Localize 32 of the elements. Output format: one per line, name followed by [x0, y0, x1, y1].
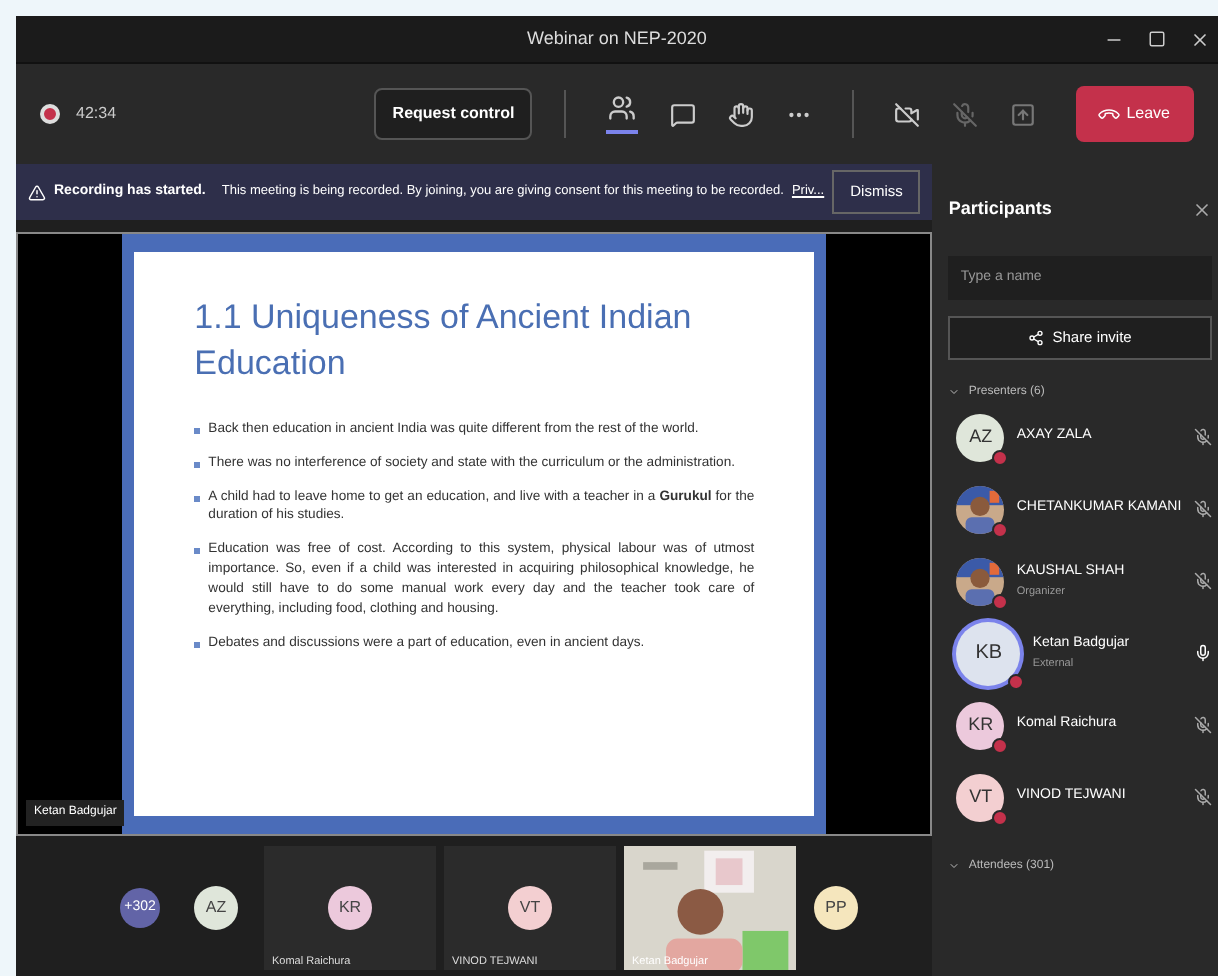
avatar: KR — [328, 886, 372, 930]
people-icon[interactable] — [608, 94, 637, 122]
bullet-icon — [194, 641, 201, 648]
share-icon[interactable] — [1010, 101, 1037, 127]
close-icon[interactable] — [1190, 29, 1210, 49]
avatar: KB — [956, 621, 1021, 685]
bullet-icon — [194, 548, 201, 555]
window-title: Webinar on NEP-2020 — [527, 25, 707, 52]
close-icon[interactable] — [1191, 199, 1212, 220]
avatar: AZ — [956, 413, 1005, 461]
warning-icon — [28, 183, 46, 201]
avatar: VT — [508, 886, 552, 930]
bullet-icon — [194, 495, 201, 502]
avatar: PP — [814, 886, 858, 930]
camera-off-icon[interactable] — [894, 101, 921, 127]
slide-title: 1.1 Uniqueness of Ancient Indian Education — [194, 296, 694, 386]
avatar: AZ — [194, 886, 238, 930]
bullet-icon — [194, 427, 201, 434]
share-icon — [1028, 329, 1045, 345]
mic-off-icon[interactable] — [952, 101, 979, 127]
request-control-button[interactable]: Request control — [374, 88, 533, 140]
maximize-icon[interactable] — [1148, 30, 1166, 48]
chevron-down-icon — [948, 860, 961, 872]
leave-button[interactable]: Leave — [1076, 86, 1194, 142]
raise-hand-icon[interactable] — [728, 101, 755, 127]
avatar: VT — [956, 773, 1005, 821]
panel-title: Participants — [948, 196, 1052, 222]
avatar: KR — [956, 701, 1005, 749]
bullet-icon — [194, 461, 201, 468]
chevron-down-icon — [948, 386, 961, 398]
meeting-timer: 42:34 — [76, 102, 117, 126]
chat-icon[interactable] — [670, 101, 697, 127]
